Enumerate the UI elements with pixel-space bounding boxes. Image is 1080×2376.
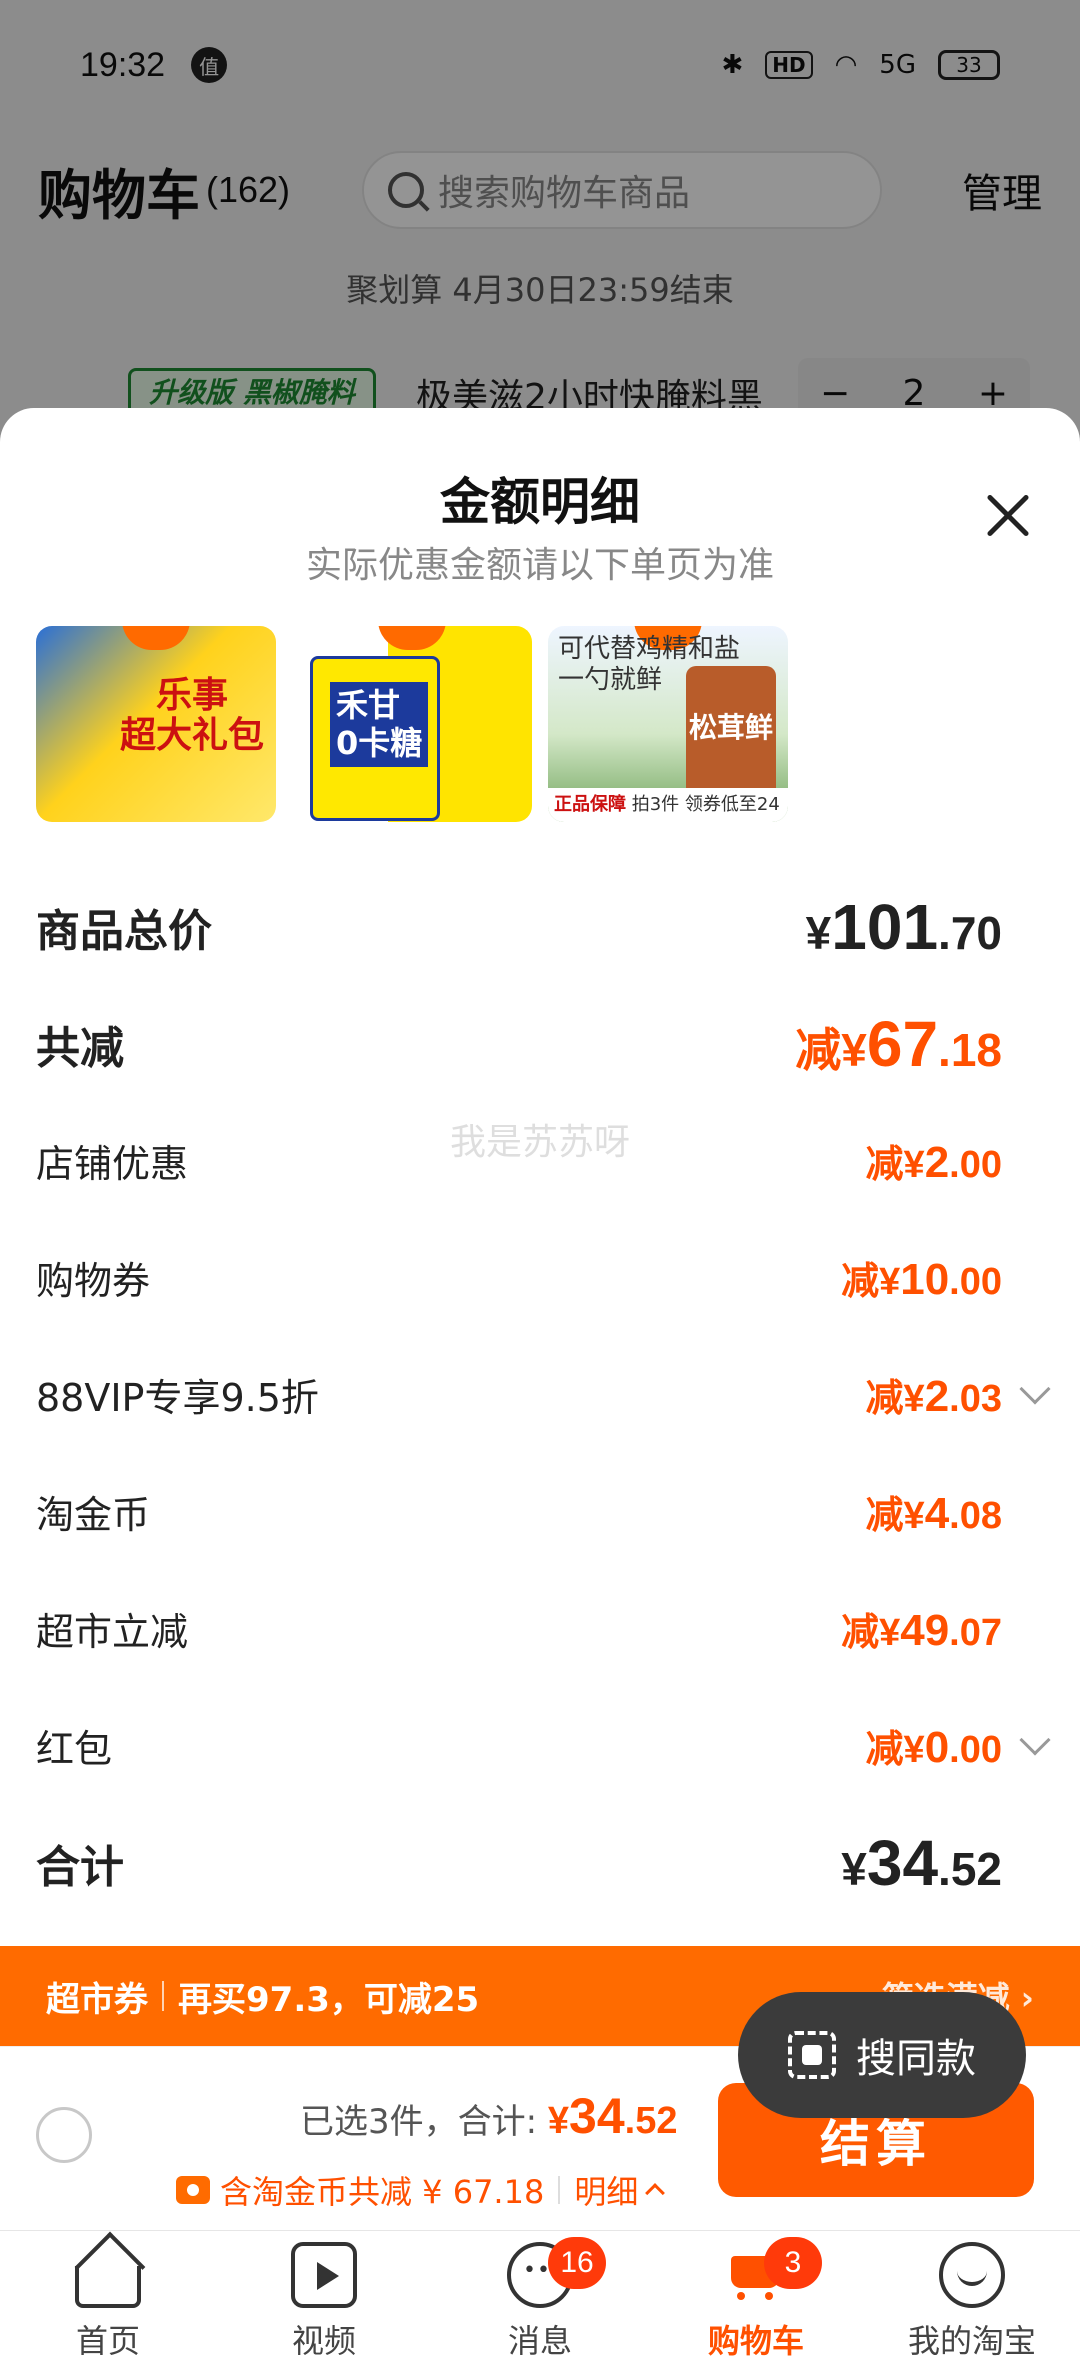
row-amount: 减¥2.03 bbox=[865, 1372, 1002, 1421]
guarantee-label: 正品保障 bbox=[554, 794, 626, 815]
tab-label: 购物车 bbox=[707, 2322, 804, 2360]
find-similar-button[interactable]: 搜同款 bbox=[738, 1992, 1026, 2118]
product-thumbnail[interactable]: 可代替鸡精和盐 一勺就鲜 松茸鲜 正品保障 拍3件 领券低至24折 bbox=[548, 626, 788, 822]
coin-icon bbox=[176, 2176, 210, 2204]
watermark: 我是苏苏呀 bbox=[449, 1122, 630, 1163]
select-all-checkbox[interactable] bbox=[36, 2107, 92, 2163]
divider bbox=[558, 2176, 561, 2204]
product-thumbnail[interactable]: 乐事 超大礼包 bbox=[36, 626, 276, 822]
chevron-up-icon[interactable] bbox=[645, 2183, 666, 2203]
tab-messages[interactable]: 16 消息 bbox=[432, 2231, 648, 2376]
amount-rows: 商品总价 ¥101.70 共减 减¥67.18 店铺优惠 减¥2.00 购物券 … bbox=[0, 868, 1080, 1921]
total-price: ¥34.52 bbox=[547, 2088, 678, 2144]
row-88vip-discount[interactable]: 88VIP专享9.5折 减¥2.03 bbox=[0, 1336, 1080, 1453]
product-thumbnails: 乐事 超大礼包 禾甘 0卡糖 可代替鸡精和盐 一勺就鲜 松茸鲜 正品保障 拍3件… bbox=[36, 626, 788, 822]
row-label: 购物券 bbox=[36, 1259, 151, 1303]
row-amount: 减¥4.08 bbox=[865, 1489, 1002, 1538]
row-grand-total: 合计 ¥34.52 bbox=[0, 1804, 1080, 1921]
tab-cart[interactable]: 3 购物车 bbox=[648, 2231, 864, 2376]
row-shopping-coupon: 购物券 减¥10.00 bbox=[0, 1219, 1080, 1336]
thumbnail-label: 禾甘 0卡糖 bbox=[330, 682, 429, 767]
row-label: 88VIP专享9.5折 bbox=[36, 1376, 319, 1420]
savings-summary[interactable]: 含淘金币共减 ¥ 67.18 明细 bbox=[176, 2167, 666, 2213]
message-count-badge: 16 bbox=[548, 2237, 606, 2289]
check-tag-icon bbox=[378, 626, 446, 650]
bottom-tab-bar: 首页 视频 16 消息 3 购物车 我的淘宝 bbox=[0, 2230, 1080, 2376]
selected-summary: 已选3件，合计: ¥34.52 bbox=[300, 2087, 678, 2145]
row-label: 超市立减 bbox=[36, 1610, 189, 1654]
row-label: 共减 bbox=[36, 1022, 124, 1074]
row-taojinbi: 淘金币 减¥4.08 bbox=[0, 1453, 1080, 1570]
row-total-discount: 共减 减¥67.18 bbox=[0, 985, 1080, 1102]
row-amount: 减¥49.07 bbox=[841, 1606, 1002, 1655]
row-amount: ¥101.70 bbox=[805, 890, 1002, 963]
chevron-down-icon[interactable] bbox=[1019, 1723, 1051, 1756]
sheet-title: 金额明细 bbox=[440, 473, 640, 531]
tab-label: 视频 bbox=[291, 2322, 356, 2360]
row-amount: 减¥0.00 bbox=[865, 1723, 1002, 1772]
banner-tag: 超市券 bbox=[46, 1979, 148, 2020]
close-icon[interactable] bbox=[984, 492, 1032, 540]
profile-icon bbox=[939, 2242, 1005, 2308]
scan-icon bbox=[788, 2031, 836, 2079]
tab-label: 我的淘宝 bbox=[907, 2322, 1036, 2360]
divider bbox=[162, 1981, 164, 2011]
home-icon bbox=[75, 2266, 141, 2308]
row-amount: ¥34.52 bbox=[841, 1826, 1002, 1899]
tab-video[interactable]: 视频 bbox=[216, 2231, 432, 2376]
row-label: 淘金币 bbox=[36, 1493, 151, 1537]
detail-link[interactable]: 明细 bbox=[574, 2167, 638, 2213]
tab-label: 首页 bbox=[75, 2322, 140, 2360]
row-red-packet[interactable]: 红包 减¥0.00 bbox=[0, 1687, 1080, 1804]
chevron-down-icon[interactable] bbox=[1019, 1372, 1051, 1405]
cart-count-badge: 3 bbox=[764, 2237, 822, 2289]
savings-text: 含淘金币共减 ¥ 67.18 bbox=[220, 2173, 545, 2211]
tab-home[interactable]: 首页 bbox=[0, 2231, 216, 2376]
find-similar-label: 搜同款 bbox=[856, 2036, 976, 2082]
thumbnail-footer: 正品保障 拍3件 领券低至24折 bbox=[548, 788, 788, 822]
row-subtotal: 商品总价 ¥101.70 bbox=[0, 868, 1080, 985]
product-thumbnail[interactable]: 禾甘 0卡糖 bbox=[292, 626, 532, 822]
video-icon bbox=[291, 2242, 357, 2308]
tab-my-taobao[interactable]: 我的淘宝 bbox=[864, 2231, 1080, 2376]
product-can-image: 松茸鲜 bbox=[686, 666, 776, 806]
row-label: 红包 bbox=[36, 1727, 113, 1771]
check-tag-icon bbox=[122, 626, 190, 650]
row-label: 商品总价 bbox=[36, 905, 212, 957]
row-label: 合计 bbox=[36, 1841, 124, 1893]
row-amount: 减¥67.18 bbox=[795, 1007, 1002, 1080]
tab-label: 消息 bbox=[507, 2322, 572, 2360]
row-amount: 减¥10.00 bbox=[841, 1255, 1002, 1304]
banner-text: 再买97.3，可减25 bbox=[178, 1979, 480, 2020]
row-supermarket-discount: 超市立减 减¥49.07 bbox=[0, 1570, 1080, 1687]
thumbnail-label: 乐事 超大礼包 bbox=[119, 675, 264, 756]
selected-count: 已选3件，合计: bbox=[300, 2102, 538, 2142]
sheet-subtitle: 实际优惠金额请以下单页为准 bbox=[305, 545, 774, 586]
